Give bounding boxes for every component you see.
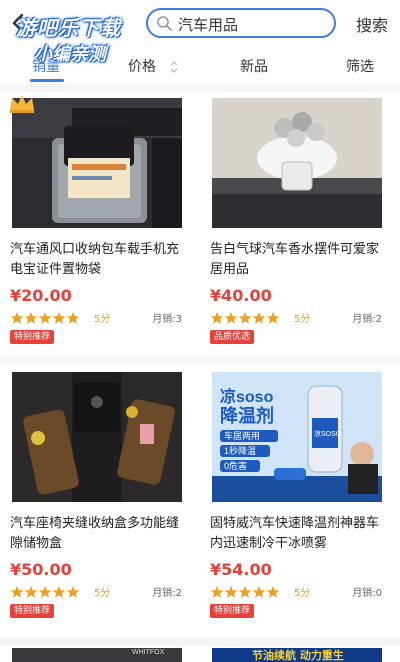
divider [0,356,400,364]
star-icon [66,586,80,598]
product-title[interactable]: 告白气球汽车香水摆件可爱家居用品 [210,240,388,280]
monthly-sales: 月销:3 [152,314,182,325]
bottom-banner-text: 节油续航 动力重生 [252,649,344,662]
product-price: ¥40.00 [210,286,272,305]
image-product-text: 降温剂 [220,405,274,426]
product-title[interactable]: 汽车通风口收纳包车载手机充电宝证件置物袋 [10,240,188,280]
star-icon [10,312,24,324]
tab-filter[interactable]: 筛选 [346,56,374,76]
back-arrow-icon[interactable] [8,12,30,34]
monthly-sales: 月销:2 [152,588,182,599]
next-row-preview: WHITFOX 节油续航 动力重生 [0,646,400,662]
tab-sales[interactable]: 销量 [32,56,60,76]
star-icon [52,312,66,324]
star-icon [10,586,24,598]
star-icon [52,586,66,598]
product-card[interactable]: 汽车座椅夹缝收纳盒多功能缝隙储物盒 ¥50.00 5分 月销:2 特别推荐 [0,366,190,638]
tab-active-indicator [30,79,64,82]
sort-tabs: 销量 价格 新品 筛选 [0,48,400,82]
product-image[interactable] [12,372,182,502]
product-title[interactable]: 固特威汽车快速降温剂神器车内迅速制冷干冰喷雾 [210,514,388,554]
star-icon [238,586,252,598]
sort-arrows-icon [170,61,178,73]
star-icon [210,312,224,324]
product-image[interactable] [212,98,382,228]
monthly-sales: 月销:0 [352,588,382,599]
star-icon [224,586,238,598]
product-title[interactable]: 汽车座椅夹缝收纳盒多功能缝隙储物盒 [10,514,188,554]
star-icon [266,586,280,598]
search-value: 汽车用品 [178,16,239,34]
product-card[interactable]: 告白气球汽车香水摆件可爱家居用品 ¥40.00 5分 月销:2 品质优选 [200,92,390,364]
image-can-text: 凉SOSO [314,429,342,438]
product-score: 5分 [294,588,311,599]
rating-stars [210,310,280,324]
rating-stars [10,584,80,598]
product-badge: 特别推荐 [10,604,55,618]
star-icon [24,312,38,324]
product-score: 5分 [294,314,311,325]
tab-price[interactable]: 价格 [128,56,156,76]
product-badge: 品质优选 [210,330,255,344]
search-icon [157,16,172,31]
star-icon [252,586,266,598]
image-line3-text: 0危害 [224,460,247,471]
star-icon [24,586,38,598]
search-input[interactable]: 汽车用品 [146,8,336,38]
product-card[interactable]: 凉soso 降温剂 车居两用 1秒降温 0危害 凉SOSO 固特威汽车快速降温剂… [200,366,390,638]
header-bar: 汽车用品 搜索 [0,0,400,46]
tab-new[interactable]: 新品 [240,56,268,76]
product-image[interactable] [12,98,182,228]
rating-stars [10,310,80,324]
star-icon [38,586,52,598]
product-price: ¥20.00 [10,286,72,305]
product-image[interactable]: 凉soso 降温剂 车居两用 1秒降温 0危害 凉SOSO [212,372,382,502]
image-brand-text: 凉soso [220,387,274,406]
rating-stars [210,584,280,598]
star-icon [38,312,52,324]
image-line2-text: 1秒降温 [224,445,256,456]
image-line1-text: 车居两用 [224,430,260,441]
crown-icon [10,95,34,113]
product-badge: 特别推荐 [10,330,55,344]
divider [0,84,400,92]
divider [0,638,400,646]
bottom-brand: WHITFOX [132,649,165,656]
product-score: 5分 [94,588,111,599]
star-icon [238,312,252,324]
star-icon [66,312,80,324]
product-price: ¥54.00 [210,560,272,579]
star-icon [266,312,280,324]
monthly-sales: 月销:2 [352,314,382,325]
product-price: ¥50.00 [10,560,72,579]
product-card[interactable]: 汽车通风口收纳包车载手机充电宝证件置物袋 ¥20.00 5分 月销:3 特别推荐 [0,92,190,364]
star-icon [224,312,238,324]
star-icon [210,586,224,598]
product-score: 5分 [94,314,111,325]
product-badge: 特别推荐 [210,604,255,618]
star-icon [252,312,266,324]
search-button[interactable]: 搜索 [356,12,388,36]
